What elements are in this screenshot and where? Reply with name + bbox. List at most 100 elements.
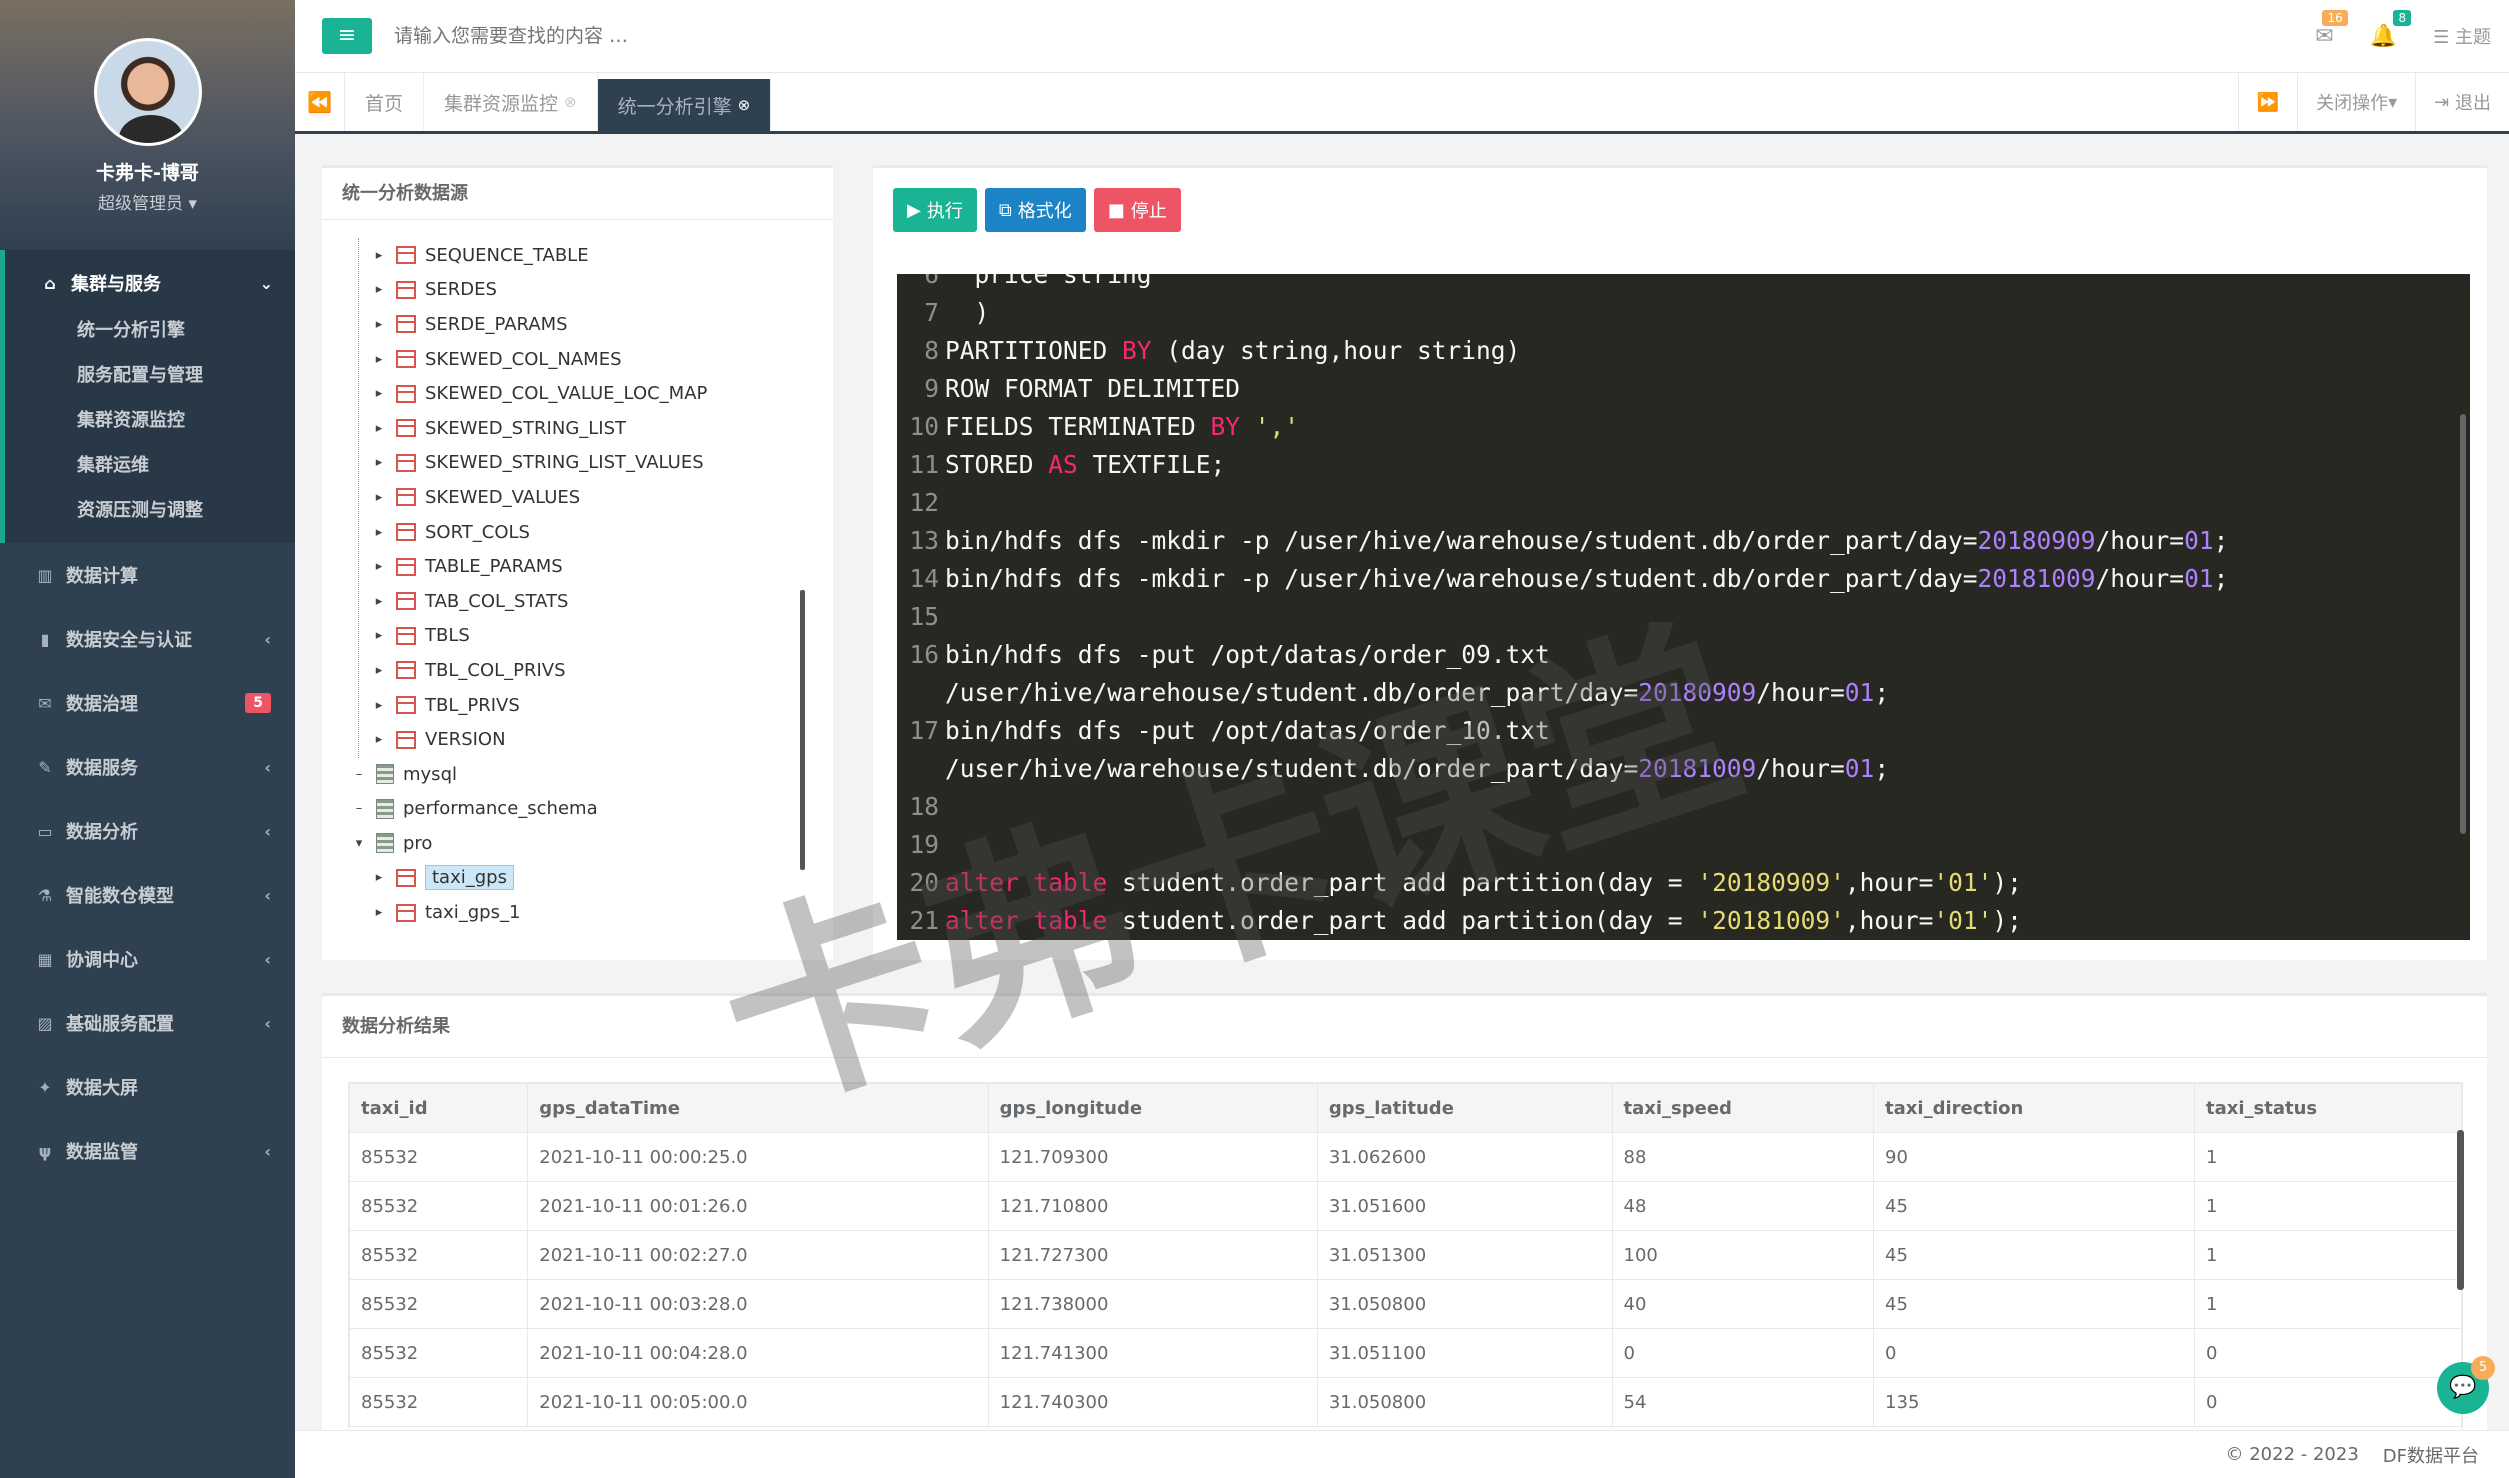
tree-node-table[interactable]: ▸ SKEWED_STRING_LIST xyxy=(352,411,822,446)
sidebar-item[interactable]: ▦ 协调中心 ‹ xyxy=(0,927,295,991)
editor-panel: ▶ 执行 ⧉ 格式化 ■ 停止 6 price string 7 ) 8 PARTITION… xyxy=(873,165,2487,960)
line-number: 7 xyxy=(924,298,939,327)
table-row[interactable]: 85532 2021-10-11 00:04:28.0 121.741300 31.0… xyxy=(349,1328,2462,1378)
column-header[interactable]: taxi_status xyxy=(2194,1083,2462,1133)
expand-toggle-icon[interactable]: ▸ xyxy=(372,317,386,332)
column-header[interactable]: gps_longitude xyxy=(987,1083,1318,1133)
run-button[interactable]: ▶ 执行 xyxy=(893,188,977,232)
submenu-item[interactable]: 服务配置与管理 xyxy=(5,353,295,398)
tree-node-table[interactable]: ▸ SORT_COLS xyxy=(352,515,822,550)
stop-button[interactable]: ■ 停止 xyxy=(1093,188,1181,232)
expand-toggle-icon[interactable]: ▸ xyxy=(372,698,386,713)
tree-node-table[interactable]: ▸ TBL_COL_PRIVS xyxy=(352,653,822,688)
submenu-item[interactable]: 资源压测与调整 xyxy=(5,488,295,533)
sidebar-item[interactable]: ✎ 数据服务 ‹ xyxy=(0,735,295,799)
tree-node-table[interactable]: ▸ VERSION xyxy=(352,722,822,757)
format-button[interactable]: ⧉ 格式化 xyxy=(984,188,1086,232)
tree-node-table[interactable]: ▸ SKEWED_VALUES xyxy=(352,480,822,515)
search-input[interactable] xyxy=(394,16,994,56)
results-scrollbar[interactable] xyxy=(2457,1130,2464,1290)
table-row[interactable]: 85532 2021-10-11 00:03:28.0 121.738000 31.0… xyxy=(349,1279,2462,1329)
tab-home[interactable]: 首页 xyxy=(345,73,425,131)
tree-node-table[interactable]: ▸ SKEWED_COL_VALUE_LOC_MAP xyxy=(352,376,822,411)
column-header[interactable]: taxi_speed xyxy=(1611,1083,1875,1133)
column-header[interactable]: taxi_id xyxy=(349,1083,529,1133)
bar-chart-icon: ▮ xyxy=(40,629,50,649)
tree-node-database[interactable]: – performance_schema xyxy=(352,792,822,827)
expand-toggle-icon[interactable]: ▸ xyxy=(372,870,386,885)
menu-toggle-button[interactable]: ≡ xyxy=(322,18,372,54)
expand-toggle-icon[interactable]: ▸ xyxy=(372,421,386,436)
table-row[interactable]: 85532 2021-10-11 00:05:00.0 121.740300 31.0… xyxy=(349,1377,2462,1427)
submenu-item[interactable]: 统一分析引擎 xyxy=(5,308,295,353)
tree-scrollbar[interactable] xyxy=(800,590,805,870)
sidebar-item[interactable]: ▭ 数据分析 ‹ xyxy=(0,799,295,863)
expand-toggle-icon[interactable]: ▸ xyxy=(372,490,386,505)
expand-toggle-icon[interactable]: ▸ xyxy=(372,905,386,920)
chat-button[interactable]: 💬 5 xyxy=(2437,1356,2495,1414)
mail-icon[interactable]: ✉ 16 xyxy=(2315,9,2348,49)
column-header[interactable]: gps_latitude xyxy=(1316,1083,1613,1133)
table-row[interactable]: 85532 2021-10-11 00:01:26.0 121.710800 31.0… xyxy=(349,1181,2462,1231)
sidebar-group-cluster: ⌂ 集群与服务 ⌄ 统一分析引擎 服务配置与管理 集群资源监控 集群运维 资源压测与调整 xyxy=(0,250,295,543)
column-header[interactable]: gps_dataTime xyxy=(527,1083,989,1133)
sidebar-item[interactable]: ⚗ 智能数仓模型 ‹ xyxy=(0,863,295,927)
expand-toggle-icon[interactable]: ▸ xyxy=(372,386,386,401)
editor-scrollbar[interactable] xyxy=(2460,414,2466,834)
table-row[interactable]: 85532 2021-10-11 00:00:25.0 121.709300 31.0… xyxy=(349,1132,2462,1182)
profile-role-dropdown[interactable]: 超级管理员 ▾ xyxy=(0,189,295,214)
tree-node-table[interactable]: ▸ taxi_gps xyxy=(352,861,822,896)
expand-toggle-icon[interactable]: ▸ xyxy=(372,594,386,609)
tree-node-table[interactable]: ▸ taxi_gps_1 xyxy=(352,895,822,928)
expand-toggle-icon[interactable]: ▸ xyxy=(372,559,386,574)
table-row[interactable]: 85532 2021-10-11 00:02:27.0 121.727300 31.0… xyxy=(349,1230,2462,1280)
line-number: 11 xyxy=(909,450,939,479)
sidebar-item[interactable]: ✉ 数据治理 5 xyxy=(0,671,295,735)
tree-node-table[interactable]: ▸ TABLE_PARAMS xyxy=(352,549,822,584)
close-ops-dropdown[interactable]: 关闭操作 ▾ xyxy=(2297,73,2415,131)
expand-toggle-icon[interactable]: ▸ xyxy=(372,248,386,263)
count-badge: 5 xyxy=(245,693,271,713)
code-editor[interactable]: 6 price string 7 ) 8 PARTITIONED BY (day st… xyxy=(897,274,2470,940)
tree-node-table[interactable]: ▸ SKEWED_STRING_LIST_VALUES xyxy=(352,446,822,481)
table-cell: 48 xyxy=(1611,1181,1875,1231)
tab-analysis-engine[interactable]: 统一分析引擎 ⊗ xyxy=(597,79,772,131)
close-icon[interactable]: ⊗ xyxy=(564,93,577,111)
tree-node-table[interactable]: ▸ SERDES xyxy=(352,273,822,308)
column-header[interactable]: taxi_direction xyxy=(1873,1083,2196,1133)
logout-button[interactable]: ⇥ 退出 xyxy=(2415,73,2509,131)
expand-toggle-icon[interactable]: ▸ xyxy=(372,352,386,367)
bell-icon[interactable]: 🔔 8 xyxy=(2370,9,2412,49)
tree-node-database[interactable]: ▾ pro xyxy=(352,826,822,861)
expand-toggle-icon[interactable]: ▸ xyxy=(372,525,386,540)
sidebar-item[interactable]: ▥ 数据计算 xyxy=(0,543,295,607)
tab-scroll-left-button[interactable]: ⏪ xyxy=(295,73,345,131)
submenu-item[interactable]: 集群资源监控 xyxy=(5,398,295,443)
expand-toggle-icon[interactable]: ▸ xyxy=(372,628,386,643)
avatar[interactable] xyxy=(93,38,202,146)
expand-toggle-icon[interactable]: ▾ xyxy=(352,836,366,851)
sidebar-group-header[interactable]: ⌂ 集群与服务 ⌄ xyxy=(5,258,295,308)
tree-node-database[interactable]: – mysql xyxy=(352,757,822,792)
table-cell: 31.062600 xyxy=(1316,1132,1613,1182)
sidebar-item[interactable]: ▮ 数据安全与认证 ‹ xyxy=(0,607,295,671)
submenu-item[interactable]: 集群运维 xyxy=(5,443,295,488)
code-text: /user/hive/warehouse/student.db/order_pa… xyxy=(945,678,1890,707)
close-icon[interactable]: ⊗ xyxy=(738,96,751,114)
tree-node-table[interactable]: ▸ TBLS xyxy=(352,619,822,654)
sidebar-item[interactable]: ψ 数据监管 ‹ xyxy=(0,1119,295,1183)
expand-toggle-icon[interactable]: ▸ xyxy=(372,282,386,297)
sidebar-item[interactable]: ✦ 数据大屏 xyxy=(0,1055,295,1119)
expand-toggle-icon[interactable]: ▸ xyxy=(372,455,386,470)
tree-node-table[interactable]: ▸ SKEWED_COL_NAMES xyxy=(352,342,822,377)
tree-node-table[interactable]: ▸ SERDE_PARAMS xyxy=(352,307,822,342)
tree-node-table[interactable]: ▸ SEQUENCE_TABLE xyxy=(352,238,822,273)
expand-toggle-icon[interactable]: ▸ xyxy=(372,663,386,678)
expand-toggle-icon[interactable]: ▸ xyxy=(372,732,386,747)
tab-scroll-right-button[interactable]: ⏩ xyxy=(2237,73,2297,131)
tab-cluster-monitor[interactable]: 集群资源监控 ⊗ xyxy=(424,73,598,131)
sidebar-item[interactable]: ▨ 基础服务配置 ‹ xyxy=(0,991,295,1055)
tree-node-table[interactable]: ▸ TBL_PRIVS xyxy=(352,688,822,723)
tree-node-table[interactable]: ▸ TAB_COL_STATS xyxy=(352,584,822,619)
theme-button[interactable]: ☰ 主题 xyxy=(2433,23,2491,49)
